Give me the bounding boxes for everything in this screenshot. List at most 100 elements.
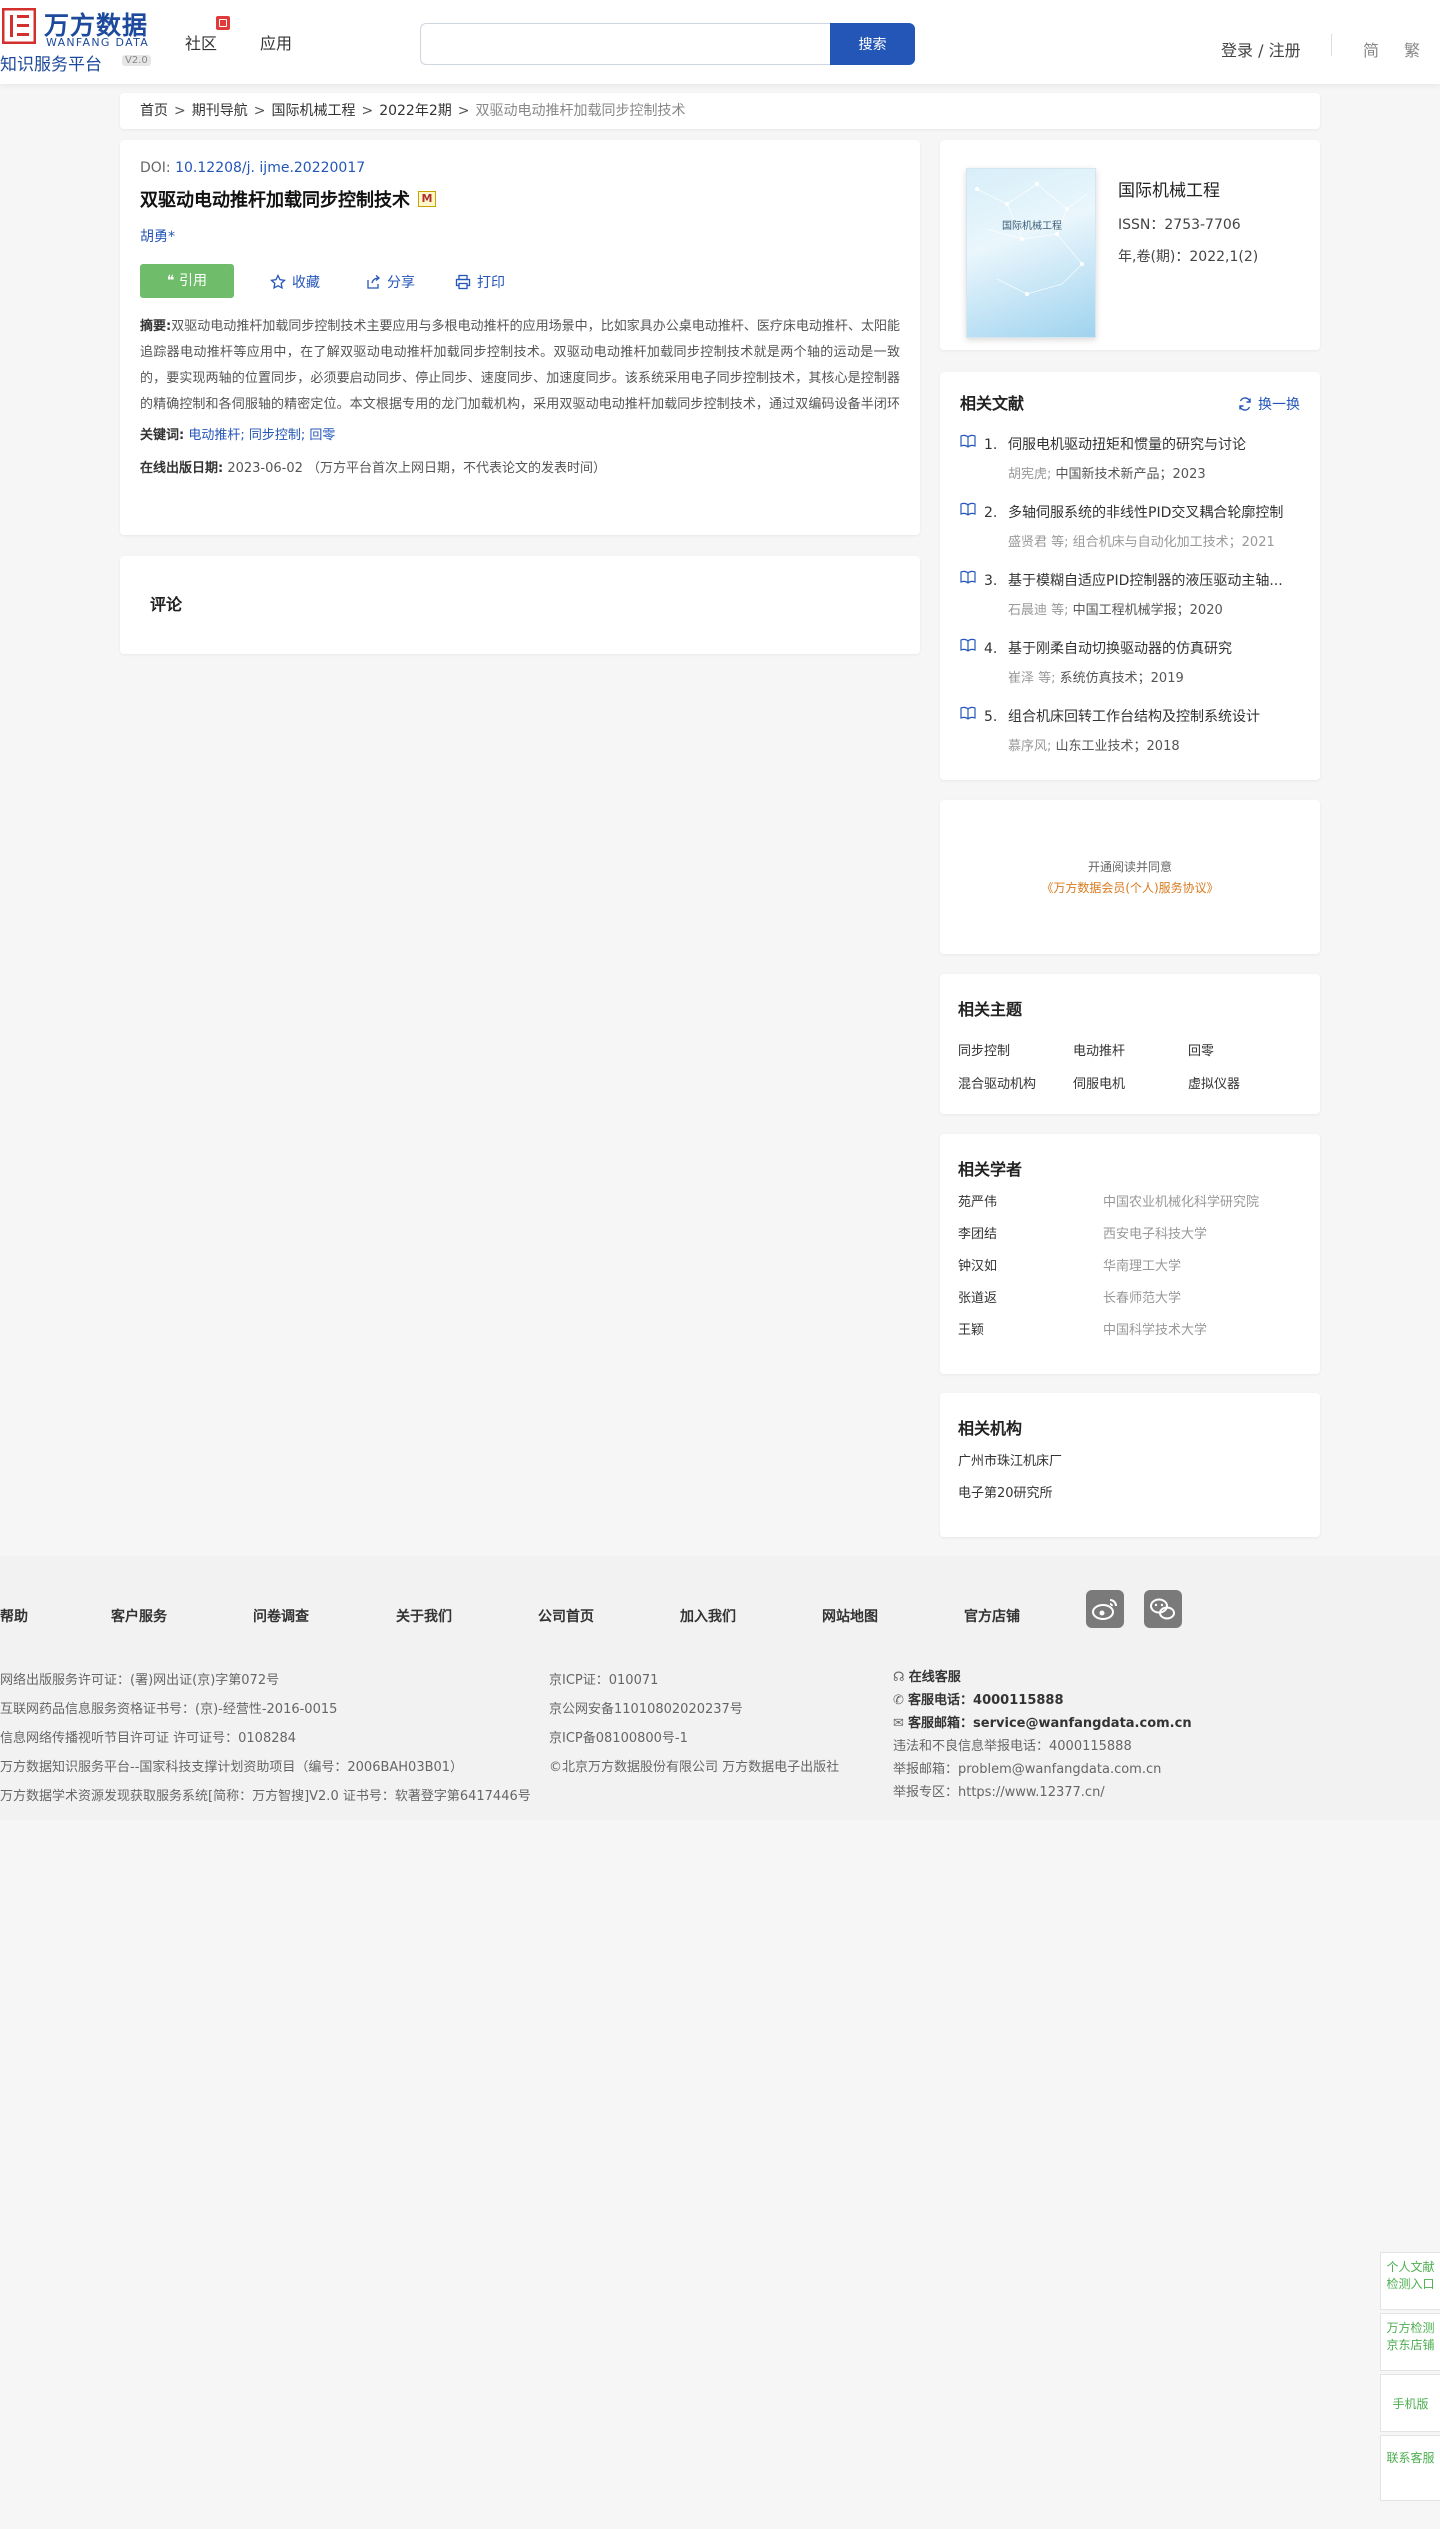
topic-link[interactable]: 同步控制 (958, 1040, 1073, 1059)
footer-link-survey[interactable]: 问卷调查 (253, 1606, 309, 1626)
topic-link[interactable]: 电动推杆 (1073, 1040, 1188, 1059)
nav-community[interactable]: 社区 (185, 30, 217, 54)
footer-link-sitemap[interactable]: 网站地图 (822, 1606, 878, 1626)
ref-journal: 山东工业技术；2018 (1055, 739, 1180, 754)
scholar-name[interactable]: 钟汉如 (958, 1258, 1103, 1276)
topic-link[interactable]: 混合驱动机构 (958, 1073, 1073, 1092)
nav-apps[interactable]: 应用 (260, 30, 292, 54)
scholar-org[interactable]: 中国农业机械化科学研究院 (1103, 1194, 1259, 1212)
doi-link[interactable]: 10.12208/j. ijme.20220017 (175, 160, 365, 176)
topic-link[interactable]: 虚拟仪器 (1188, 1073, 1303, 1092)
list-item[interactable]: 4. 基于刚柔自动切换驱动器的仿真研究 崔泽 等; 系统仿真技术；2019 (960, 634, 1300, 694)
related-orgs-card: 相关机构 广州市珠江机床厂 电子第20研究所 (940, 1393, 1320, 1537)
keyword-link[interactable]: 同步控制; (249, 428, 305, 443)
ref-meta: 盛贤君 等; 组合机床与自动化加工技术；2021 (1008, 528, 1300, 558)
ref-number: 5. (984, 709, 998, 725)
abstract: 摘要:双驱动电动推杆加载同步控制技术主要应用与多根电动推杆的应用场景中，比如家具… (140, 314, 900, 418)
footer-link-about[interactable]: 关于我们 (396, 1606, 452, 1626)
metadata-m-icon[interactable]: M (418, 191, 436, 207)
report-line[interactable]: 举报专区：https://www.12377.cn/ (893, 1781, 1192, 1804)
breadcrumb-issue[interactable]: 2022年2期 (379, 103, 452, 119)
journal-name[interactable]: 国际机械工程 (1118, 176, 1220, 201)
float-mobile[interactable]: 手机版 (1380, 2374, 1440, 2432)
ref-title[interactable]: 伺服电机驱动扭矩和惯量的研究与讨论 (1008, 430, 1293, 460)
author-link[interactable]: 胡勇* (140, 226, 900, 246)
keyword-link[interactable]: 回零 (309, 428, 335, 443)
ref-meta: 石晨迪 等; 中国工程机械学报；2020 (1008, 596, 1300, 626)
wanfang-logo[interactable]: 万方数据 WANFANG DATA 知识服务平台 V2.0 (0, 6, 160, 75)
footer: 帮助 客户服务 问卷调查 关于我们 公司首页 加入我们 网站地图 官方店铺 网络… (0, 1556, 1440, 1820)
scholar-name[interactable]: 李团结 (958, 1226, 1103, 1244)
collect-button[interactable]: 收藏 (270, 272, 320, 292)
scholar-org[interactable]: 中国科学技术大学 (1103, 1322, 1207, 1340)
lang-traditional[interactable]: 繁 (1404, 37, 1420, 61)
list-item[interactable]: 1. 伺服电机驱动扭矩和惯量的研究与讨论 胡宪虎; 中国新技术新产品；2023 (960, 430, 1300, 490)
wechat-icon[interactable] (1144, 1590, 1182, 1628)
ref-number: 4. (984, 641, 998, 657)
publish-date-line: 在线出版日期: 2023-06-02 （万方平台首次上网日期，不代表论文的发表时… (140, 457, 900, 476)
breadcrumb-home[interactable]: 首页 (140, 103, 168, 119)
print-button[interactable]: 打印 (455, 272, 505, 292)
org-link[interactable]: 广州市珠江机床厂 (958, 1453, 1302, 1471)
footer-icp-line[interactable]: 京ICP备08100800号-1 (549, 1724, 839, 1753)
related-literature-card: 相关文献 换一换 1. 伺服电机驱动扭矩和惯量的研究与讨论 胡宪虎; 中国新技术… (940, 372, 1320, 780)
journal-cover-image[interactable]: 国际机械工程 (966, 168, 1096, 338)
breadcrumb-sep: > (361, 103, 374, 119)
ref-title[interactable]: 多轴伺服系统的非线性PID交叉耦合轮廓控制 (1008, 498, 1293, 528)
footer-link-company[interactable]: 公司首页 (538, 1606, 594, 1626)
cite-button[interactable]: ❝ 引用 (140, 264, 234, 298)
scholar-org[interactable]: 长春师范大学 (1103, 1290, 1181, 1308)
ref-authors: 崔泽 等; (1008, 671, 1056, 686)
scholar-name[interactable]: 苑严伟 (958, 1194, 1103, 1212)
breadcrumb-sep: > (174, 103, 186, 119)
search-input[interactable] (420, 23, 830, 65)
lang-simplified[interactable]: 简 (1363, 37, 1379, 61)
service-email-value[interactable]: service@wanfangdata.com.cn (973, 1716, 1192, 1731)
refresh-button[interactable]: 换一换 (1238, 394, 1300, 414)
login-register-link[interactable]: 登录 / 注册 (1221, 37, 1301, 61)
ref-title[interactable]: 组合机床回转工作台结构及控制系统设计 (1008, 702, 1293, 732)
footer-link-join[interactable]: 加入我们 (680, 1606, 736, 1626)
footer-icp-col: 京ICP证：010071 京公网安备11010802020237号 京ICP备0… (549, 1666, 839, 1782)
ref-journal: 中国新技术新产品；2023 (1055, 467, 1206, 482)
footer-icp-line[interactable]: 京ICP证：010071 (549, 1666, 839, 1695)
float-plagiarism-check[interactable]: 个人文献检测入口 (1380, 2252, 1440, 2310)
share-button[interactable]: 分享 (365, 272, 415, 292)
footer-license-line: 万方数据学术资源发现获取服务系统[简称：万方智搜]V2.0 证书号：软著登字第6… (0, 1789, 531, 1804)
report-line[interactable]: 举报邮箱：problem@wanfangdata.com.cn (893, 1758, 1192, 1781)
mail-icon: ✉ (893, 1716, 909, 1731)
scholar-row: 王颖 中国科学技术大学 (958, 1322, 1302, 1340)
print-label: 打印 (477, 275, 505, 291)
scholar-name[interactable]: 张道返 (958, 1290, 1103, 1308)
online-service-link[interactable]: ☊ 在线客服 (893, 1666, 1192, 1689)
ref-title[interactable]: 基于刚柔自动切换驱动器的仿真研究 (1008, 634, 1293, 664)
ref-journal: 组合机床与自动化加工技术；2021 (1072, 535, 1275, 550)
breadcrumb-journal[interactable]: 国际机械工程 (271, 103, 355, 119)
service-agreement-link[interactable]: 《万方数据会员(个人)服务协议》 (940, 879, 1320, 896)
list-item[interactable]: 5. 组合机床回转工作台结构及控制系统设计 慕序风; 山东工业技术；2018 (960, 702, 1300, 762)
doi-line: DOI: 10.12208/j. ijme.20220017 (140, 160, 900, 176)
scholar-org[interactable]: 华南理工大学 (1103, 1258, 1181, 1276)
float-jd-store[interactable]: 万方检测京东店铺 (1380, 2313, 1440, 2371)
org-link[interactable]: 电子第20研究所 (958, 1485, 1302, 1503)
ref-number: 2. (984, 505, 998, 521)
scholar-name[interactable]: 王颖 (958, 1322, 1103, 1340)
logo-text-en: WANFANG DATA (46, 36, 150, 49)
topic-link[interactable]: 回零 (1188, 1040, 1303, 1059)
footer-link-service[interactable]: 客户服务 (111, 1606, 167, 1626)
search-button[interactable]: 搜索 (830, 23, 915, 65)
list-item[interactable]: 3. 基于模糊自适应PID控制器的液压驱动主轴... 石晨迪 等; 中国工程机械… (960, 566, 1300, 626)
float-contact-service[interactable]: 联系客服 (1380, 2435, 1440, 2501)
scholar-org[interactable]: 西安电子科技大学 (1103, 1226, 1207, 1244)
footer-link-store[interactable]: 官方店铺 (964, 1606, 1020, 1626)
footer-link-help[interactable]: 帮助 (0, 1606, 28, 1626)
footer-icp-line[interactable]: 京公网安备11010802020237号 (549, 1695, 839, 1724)
ref-title[interactable]: 基于模糊自适应PID控制器的液压驱动主轴... (1008, 566, 1293, 596)
weibo-icon[interactable] (1086, 1590, 1124, 1628)
keyword-link[interactable]: 电动推杆; (188, 428, 244, 443)
breadcrumb-sep: > (457, 103, 470, 119)
journal-volume: 年,卷(期)：2022,1(2) (1118, 249, 1259, 265)
breadcrumb-journal-nav[interactable]: 期刊导航 (192, 103, 248, 119)
list-item[interactable]: 2. 多轴伺服系统的非线性PID交叉耦合轮廓控制 盛贤君 等; 组合机床与自动化… (960, 498, 1300, 558)
topic-link[interactable]: 伺服电机 (1073, 1073, 1188, 1092)
